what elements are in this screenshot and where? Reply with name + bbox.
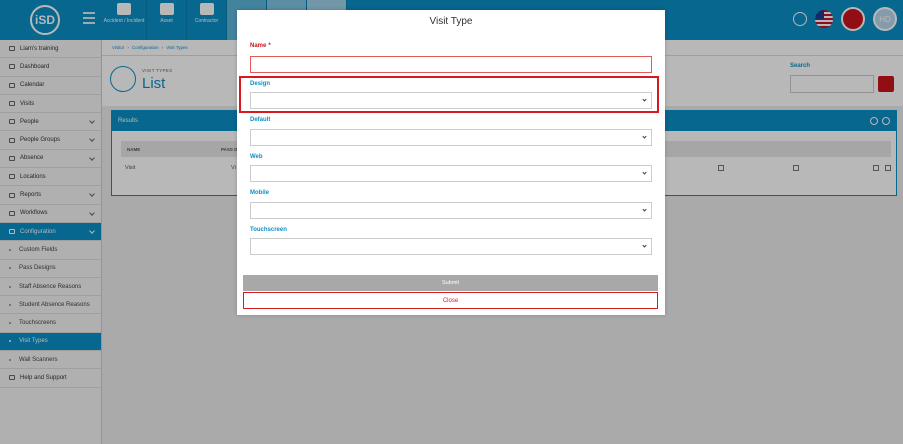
web-label: Web (250, 154, 263, 160)
touchscreen-select[interactable] (250, 238, 652, 255)
name-label: Name * (250, 43, 271, 49)
chevron-down-icon (642, 97, 647, 102)
chevron-down-icon (642, 134, 647, 139)
chevron-down-icon (642, 243, 647, 248)
mobile-label: Mobile (250, 190, 269, 196)
chevron-down-icon (642, 170, 647, 175)
required-marker: * (268, 43, 271, 49)
name-label-text: Name (250, 43, 267, 49)
design-label: Design (250, 81, 271, 87)
visit-type-modal: Visit Type Name * Design Default Web Mobi… (237, 10, 665, 315)
design-select[interactable] (250, 92, 652, 109)
default-label: Default (250, 117, 271, 123)
close-button[interactable]: Close (243, 292, 658, 309)
web-select[interactable] (250, 165, 652, 182)
name-input[interactable] (250, 56, 652, 73)
chevron-down-icon (642, 207, 647, 212)
default-select[interactable] (250, 129, 652, 146)
touchscreen-label: Touchscreen (250, 227, 287, 233)
modal-title: Visit Type (429, 16, 473, 27)
mobile-select[interactable] (250, 202, 652, 219)
submit-button[interactable]: Submit (243, 275, 658, 291)
